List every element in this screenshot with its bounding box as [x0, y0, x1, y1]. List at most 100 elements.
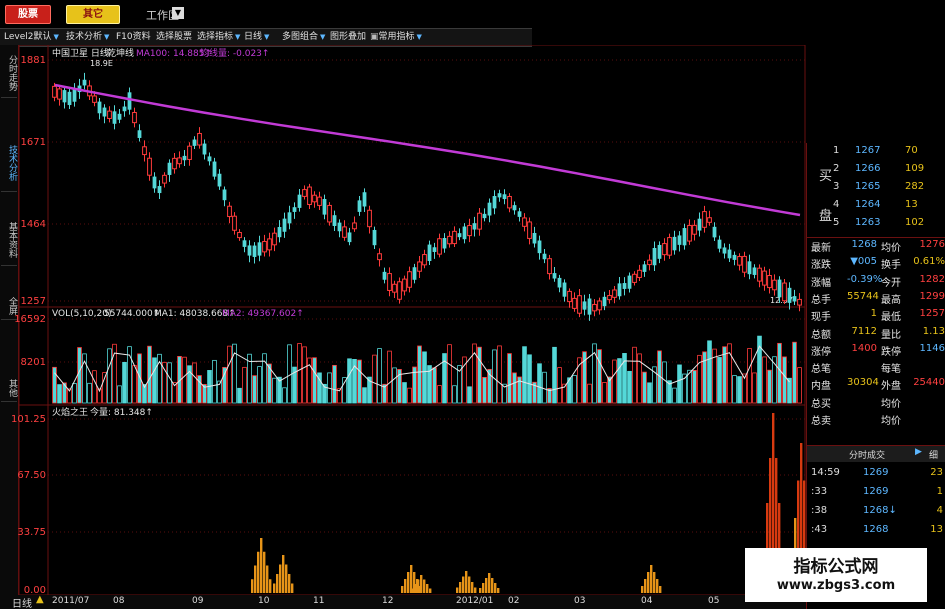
volume-bar	[587, 383, 592, 404]
flame-bar	[407, 572, 410, 593]
candle-body	[702, 211, 707, 228]
candle-body	[367, 209, 372, 228]
candle-body	[152, 176, 157, 189]
date-label: 2012/01	[456, 596, 494, 606]
quote-panel: 买 盘 1 1267 70 2 1266 109 3 1265 282 4 1264 …	[806, 143, 945, 609]
candle-body	[612, 289, 617, 298]
period-label[interactable]: 日线	[12, 595, 32, 610]
tool-select-stock[interactable]: 选择股票	[156, 30, 192, 45]
candle-body	[602, 296, 607, 307]
flame-bar	[420, 575, 423, 593]
candle-body	[387, 273, 392, 291]
tool-common-indicators[interactable]: ▣常用指标 ▼	[370, 30, 422, 45]
tool-f10[interactable]: F10资料	[116, 30, 151, 45]
candle-body	[772, 279, 777, 291]
candle-body	[192, 139, 197, 146]
volume-bar	[252, 375, 257, 404]
quote-label: 量比	[881, 329, 901, 341]
ticks-detail-tab[interactable]: 细	[929, 448, 938, 461]
tool-label: 日线	[244, 32, 263, 42]
candle-body	[337, 222, 342, 232]
candle-body	[97, 101, 102, 114]
order-price: 1267	[855, 145, 881, 156]
volume-bar	[357, 359, 362, 404]
candle-body	[752, 267, 757, 275]
top-bar: 股票 其它 工作区 ▼	[0, 0, 945, 28]
volume-bar	[312, 357, 317, 404]
volume-bar	[107, 348, 112, 404]
tool-period[interactable]: 日线 ▼	[244, 30, 269, 45]
volume-bar	[512, 372, 517, 404]
other-button[interactable]: 其它	[66, 5, 120, 24]
date-label: 09	[192, 596, 204, 606]
flame-bar	[423, 579, 426, 593]
candle-body	[277, 227, 282, 238]
divider	[807, 237, 945, 238]
candle-body	[182, 155, 187, 161]
y-tick: 1257	[21, 296, 46, 307]
ticks-title: 分时成交	[849, 451, 886, 461]
tool-level2[interactable]: Level2默认 ▼	[4, 30, 59, 45]
candle-body	[457, 233, 462, 238]
watermark-title: 指标公式网	[793, 557, 879, 577]
date-label: 12	[382, 596, 394, 606]
candle-body	[347, 232, 352, 243]
flame-bar	[417, 579, 420, 593]
candle-body	[732, 254, 737, 260]
buy-label: 买	[819, 169, 833, 184]
tick-price: 1268	[863, 524, 889, 535]
volume-bar	[792, 341, 797, 404]
volume-bar	[477, 346, 482, 404]
candle-body	[687, 224, 692, 242]
tool-select-indicator[interactable]: 选择指标 ▼	[197, 30, 240, 45]
order-volume: 13	[905, 199, 918, 210]
quote-value: 1400	[851, 342, 877, 354]
sell-label: 盘	[819, 209, 833, 224]
order-level: 3	[833, 181, 840, 192]
flame-bar	[474, 587, 477, 593]
candle-body	[427, 244, 432, 262]
volume-pane	[18, 306, 806, 406]
candle-body	[592, 303, 597, 312]
candle-body	[512, 205, 517, 211]
candle-body	[767, 275, 772, 289]
quote-value: 7112	[851, 325, 877, 337]
flame-bar	[656, 579, 659, 593]
quote-value: -0.39%	[847, 273, 883, 285]
candle-body	[467, 225, 472, 237]
flame-bar	[456, 587, 459, 593]
volume-bar	[647, 382, 652, 404]
volume-bar	[447, 344, 452, 404]
candle-body	[212, 161, 217, 177]
volume-bar	[627, 370, 632, 404]
flame-bar	[254, 565, 257, 593]
quote-label: 均价	[881, 398, 901, 410]
order-level: 5	[833, 217, 840, 228]
candle-body	[122, 106, 127, 112]
vol-ma2: MA2: 49367.602↑	[222, 309, 304, 319]
tool-overlay[interactable]: 图形叠加	[330, 30, 366, 45]
tick-tab-icon[interactable]: ▶	[915, 447, 922, 457]
volume-bar	[437, 385, 442, 404]
stocks-button[interactable]: 股票	[5, 5, 51, 24]
candle-body	[162, 174, 167, 184]
volume-bar	[552, 346, 557, 404]
tool-multi-chart[interactable]: 多图组合 ▼	[282, 30, 325, 45]
candle-body	[442, 238, 447, 249]
volume-bar	[767, 369, 772, 404]
candle-body	[282, 218, 287, 232]
tool-label: 技术分析	[66, 32, 103, 42]
candle-body	[207, 156, 212, 162]
candle-body	[562, 282, 567, 297]
candle-body	[472, 223, 477, 230]
candle-body	[232, 215, 237, 231]
volume-bar	[372, 354, 377, 404]
volume-bar	[797, 367, 802, 404]
order-level: 4	[833, 199, 840, 210]
chevron-down-icon[interactable]: ▼	[172, 7, 184, 19]
flame-bar	[641, 586, 644, 593]
tool-label: 多图组合	[282, 32, 319, 42]
price-title: 中国卫星 日线	[52, 47, 109, 59]
quote-value: 1268	[851, 239, 877, 250]
tool-technical[interactable]: 技术分析 ▼	[66, 30, 109, 45]
